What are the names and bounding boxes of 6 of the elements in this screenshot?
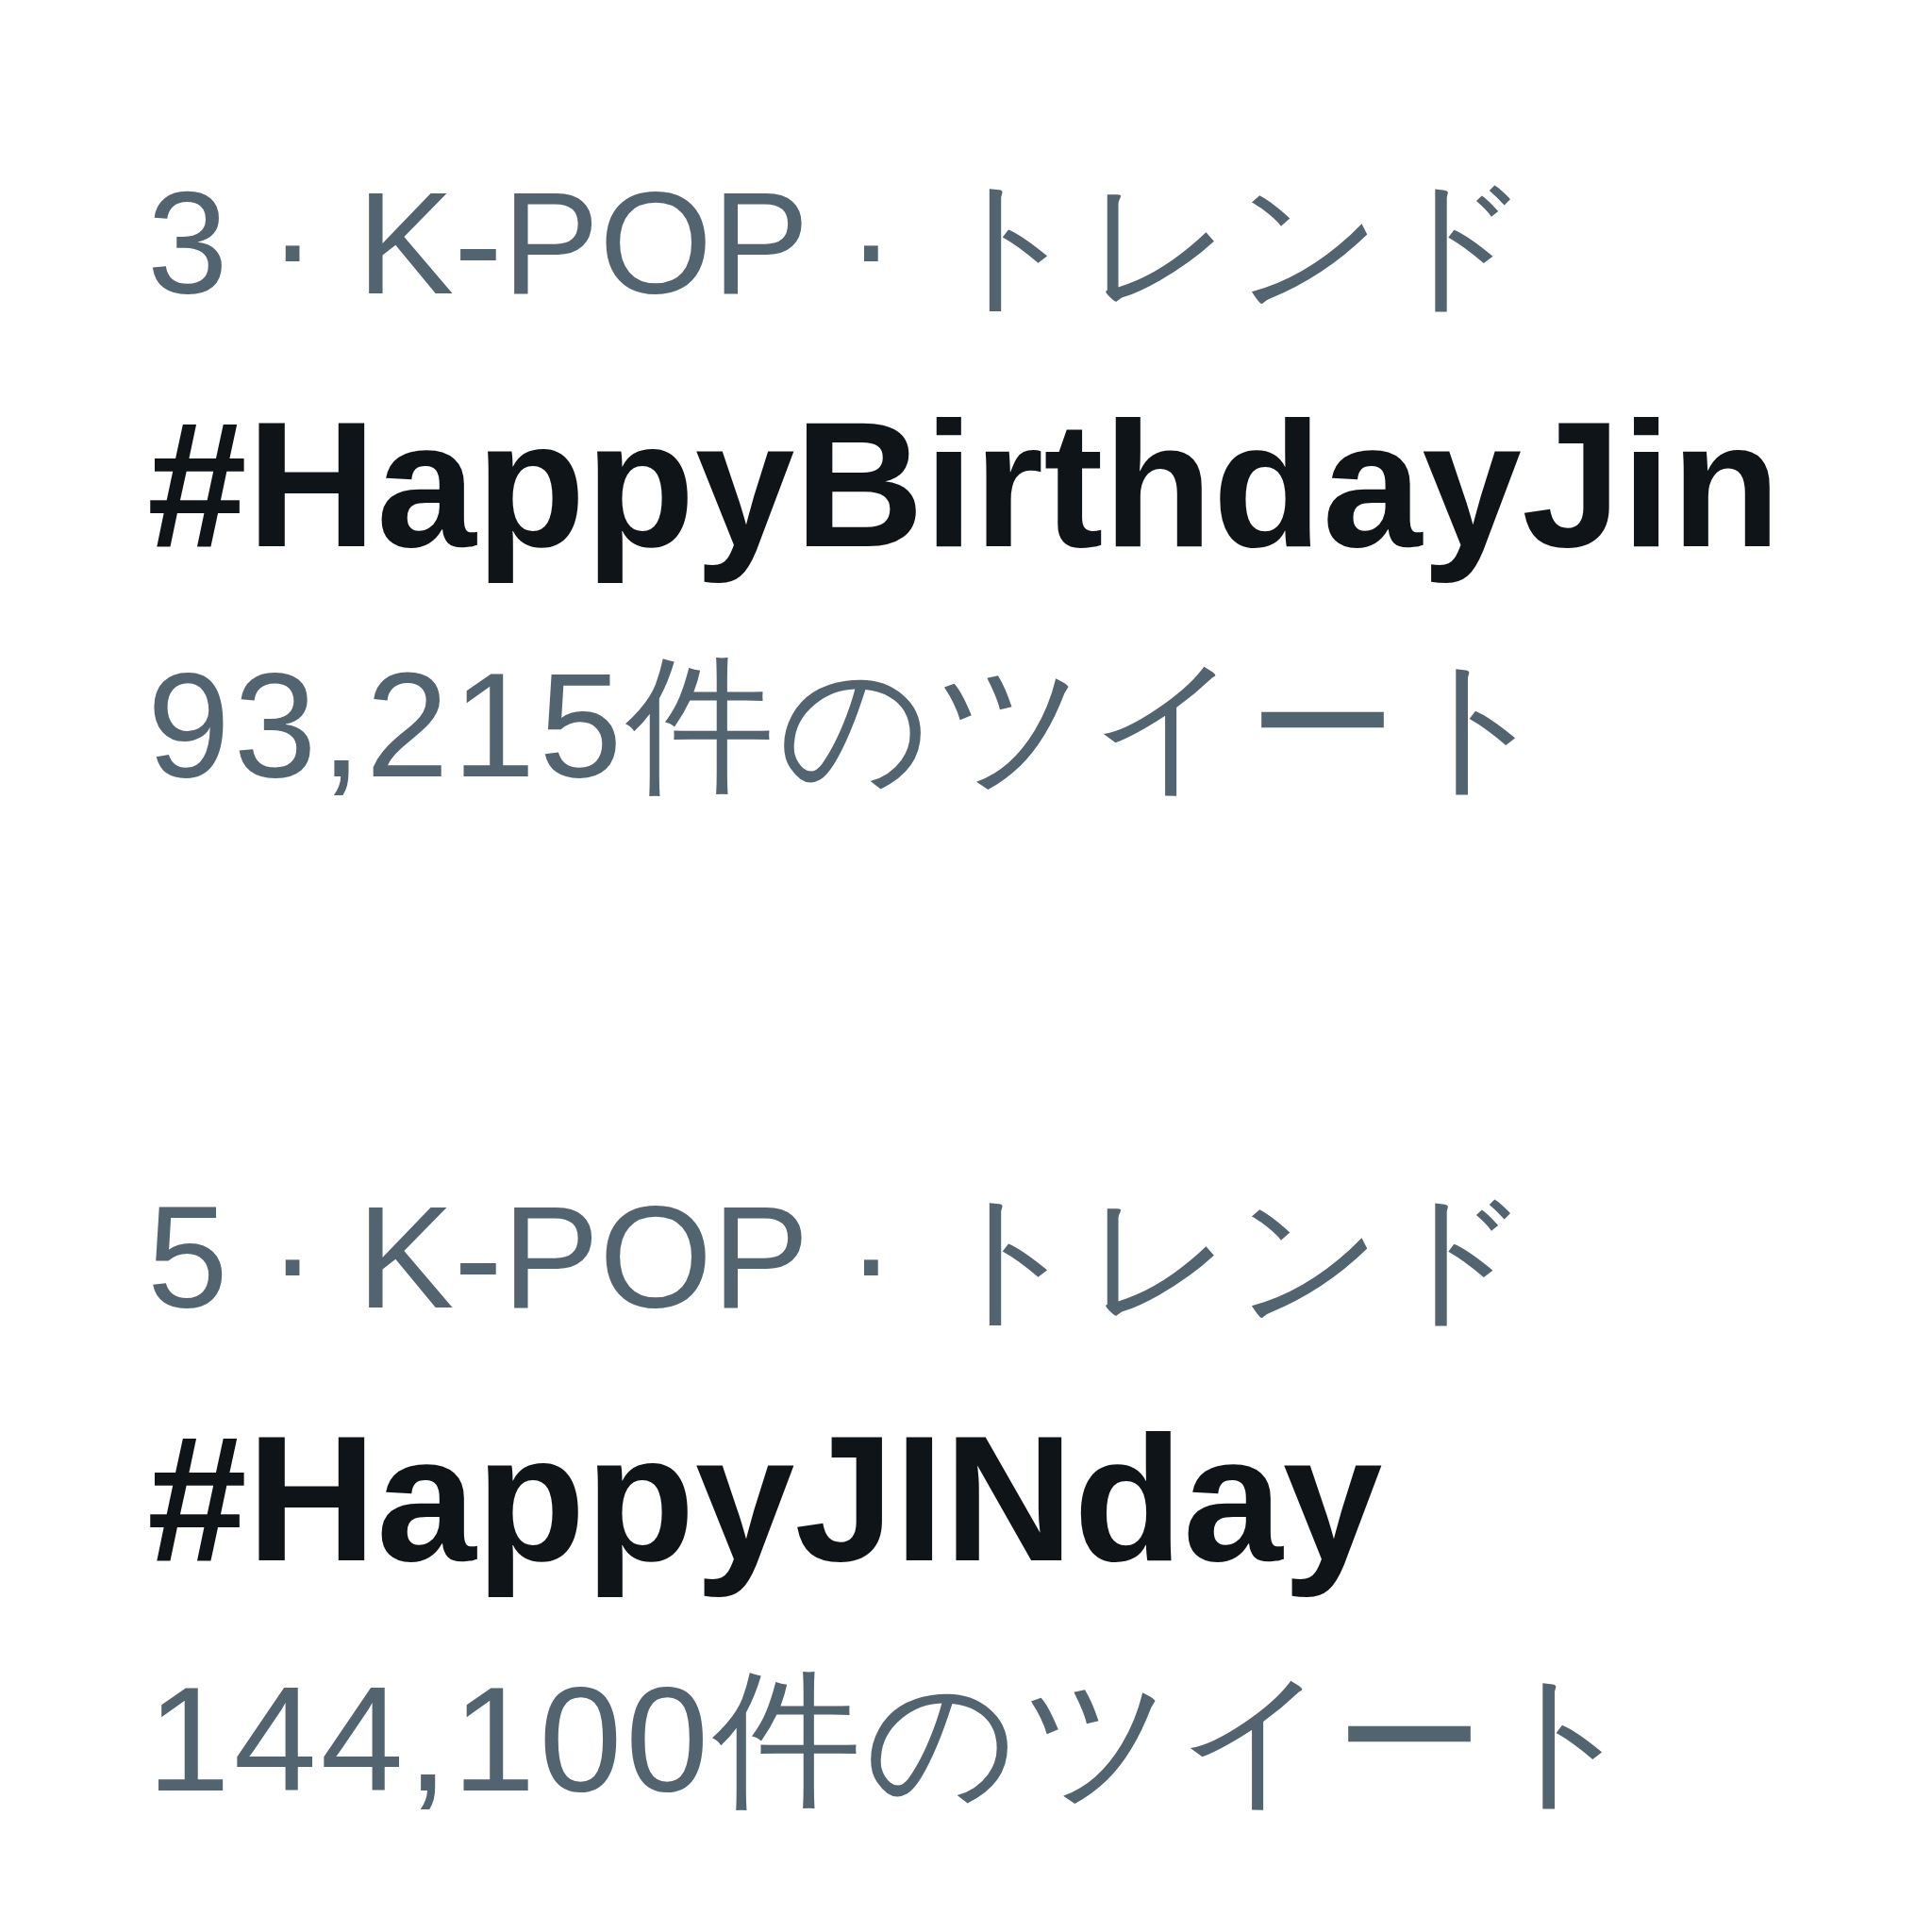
tweet-count: 144,100件のツイート xyxy=(147,1655,1645,1824)
trend-meta: 5 · K-POP · トレンド xyxy=(147,1175,1532,1341)
trend-hashtag[interactable]: #HappyJINday xyxy=(147,1380,1383,1616)
trend-meta: 3 · K-POP · トレンド xyxy=(147,161,1532,326)
trend-hashtag[interactable]: #HappyBirthdayJin xyxy=(147,366,1781,602)
tweet-count: 93,215件のツイート xyxy=(147,641,1558,809)
